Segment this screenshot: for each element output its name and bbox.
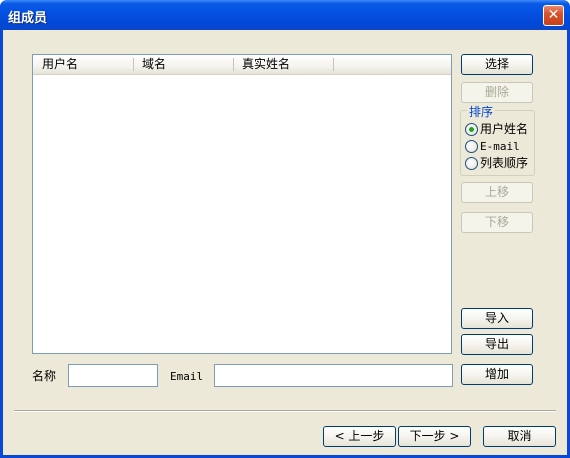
next-button[interactable]: 下一步 > xyxy=(398,426,471,447)
name-label: 名称 xyxy=(32,369,57,383)
email-field[interactable] xyxy=(214,364,453,387)
window-title: 组成员 xyxy=(8,11,48,26)
dialog-body: 用户名 域名 真实姓名 选择 删除 排序 用户姓名 E-mail 列表顺序 上移 xyxy=(3,30,567,455)
dialog-window: 组成员 ✕ 用户名 域名 真实姓名 选择 删除 排序 用户姓名 E-mail 列… xyxy=(0,0,570,458)
import-button[interactable]: 导入 xyxy=(461,308,533,329)
export-button[interactable]: 导出 xyxy=(461,334,533,355)
move-up-button[interactable]: 上移 xyxy=(461,182,533,203)
members-list[interactable]: 用户名 域名 真实姓名 xyxy=(32,54,452,354)
previous-button[interactable]: < 上一步 xyxy=(323,426,396,447)
title-bar[interactable]: 组成员 ✕ xyxy=(0,0,570,30)
footer-divider xyxy=(14,410,556,412)
column-header-username[interactable]: 用户名 xyxy=(33,55,133,74)
cancel-button[interactable]: 取消 xyxy=(483,426,556,447)
list-header: 用户名 域名 真实姓名 xyxy=(33,55,451,75)
email-label: Email xyxy=(170,370,204,383)
radio-unchecked-icon[interactable] xyxy=(465,140,478,153)
column-header-realname[interactable]: 真实姓名 xyxy=(233,55,333,74)
sort-option-label: 用户姓名 xyxy=(480,122,529,136)
move-down-button[interactable]: 下移 xyxy=(461,212,533,233)
column-header-domain[interactable]: 域名 xyxy=(133,55,233,74)
sort-option-label: 列表顺序 xyxy=(480,156,529,170)
column-divider[interactable] xyxy=(333,58,334,71)
delete-button[interactable]: 删除 xyxy=(461,82,533,103)
close-icon[interactable]: ✕ xyxy=(543,5,564,26)
radio-unchecked-icon[interactable] xyxy=(465,157,478,170)
sort-group-label: 排序 xyxy=(467,105,496,119)
radio-checked-icon[interactable] xyxy=(465,123,478,136)
select-button[interactable]: 选择 xyxy=(461,54,533,75)
name-field[interactable] xyxy=(68,364,158,387)
sort-option-label: E-mail xyxy=(480,140,520,153)
add-button[interactable]: 增加 xyxy=(461,364,533,385)
